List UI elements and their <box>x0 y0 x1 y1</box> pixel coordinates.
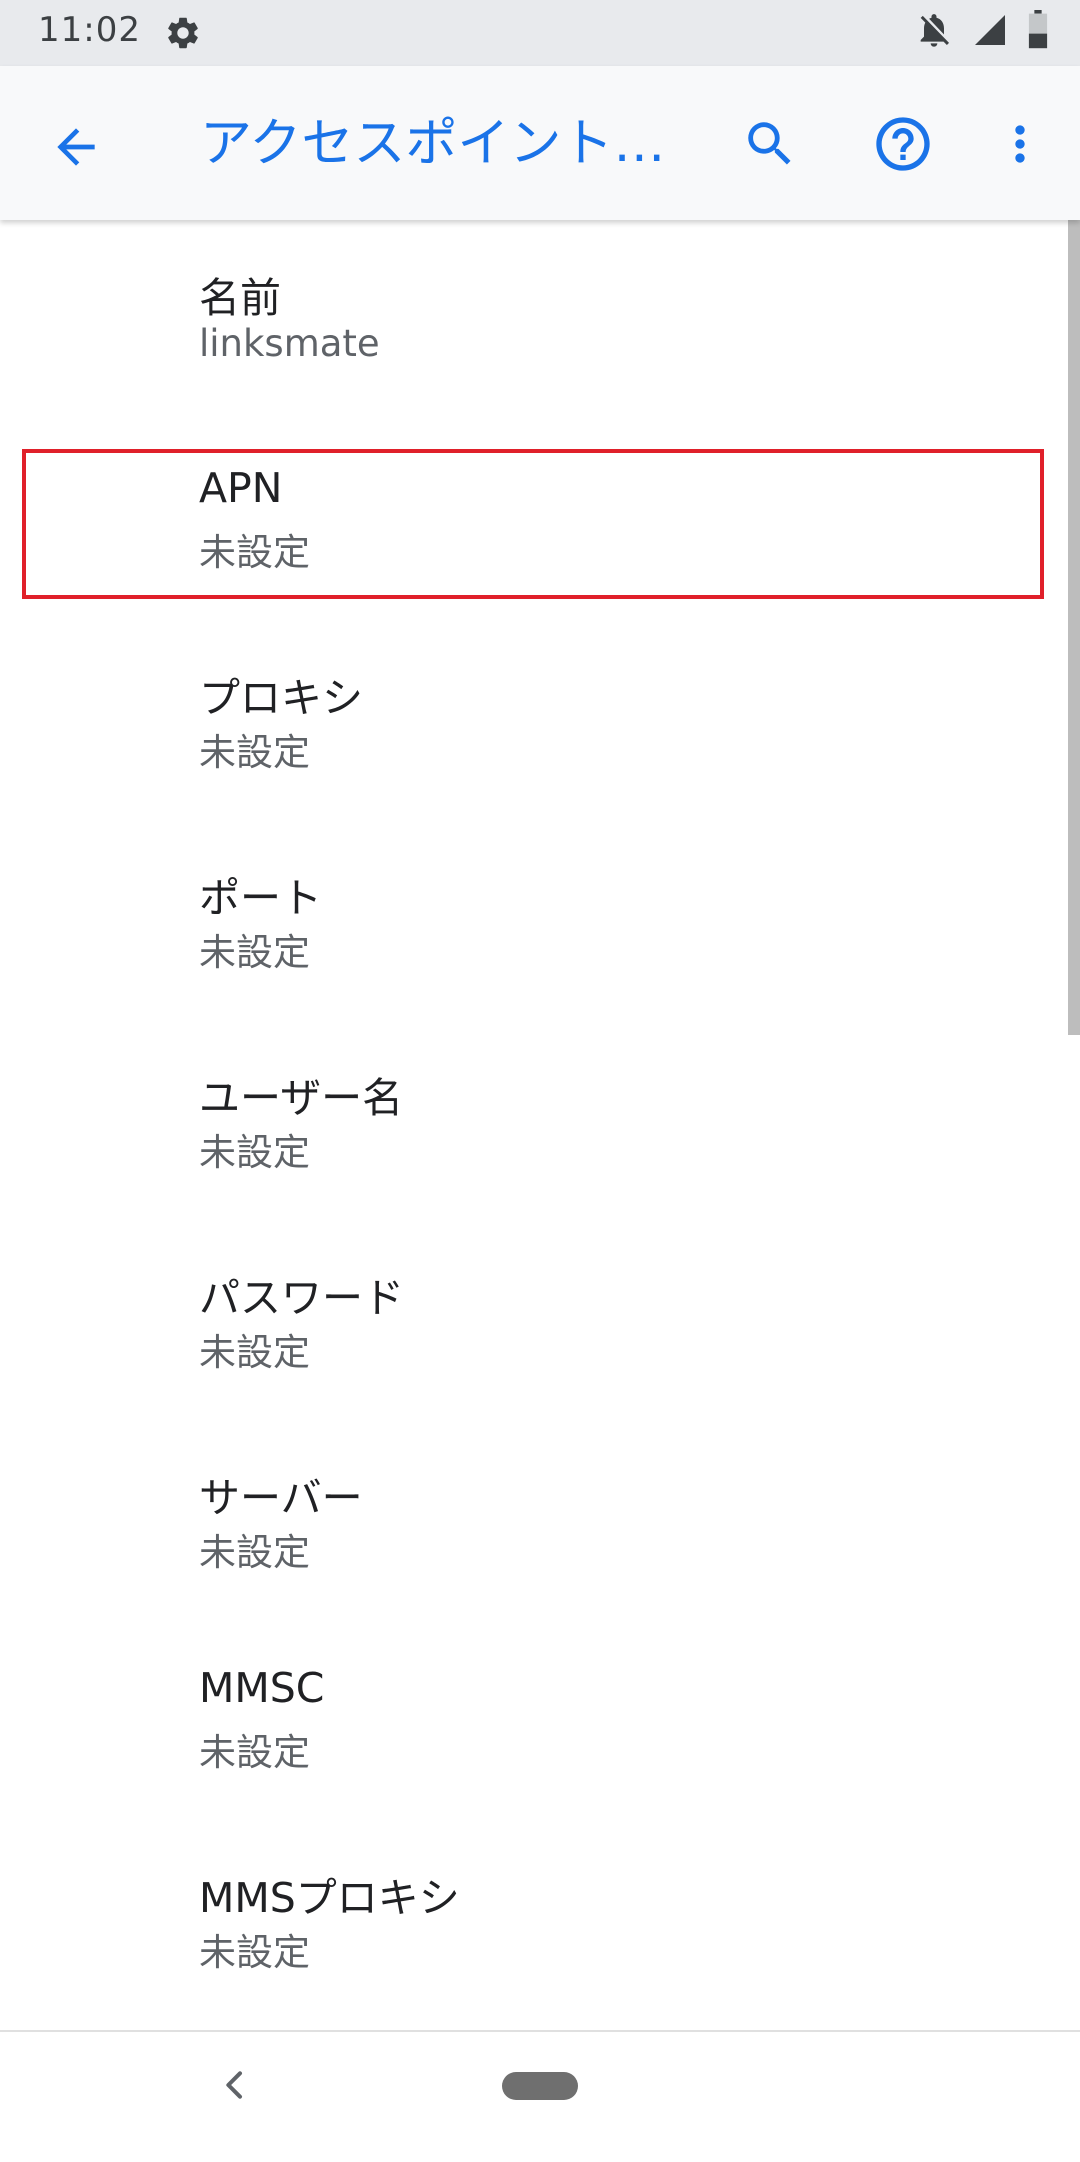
pref-summary: 未設定 <box>199 1131 310 1174</box>
search-button[interactable] <box>730 106 810 186</box>
status-time: 11:02 <box>38 10 141 50</box>
pref-title: 名前 <box>199 274 281 322</box>
pref-item-mmsc[interactable]: MMSC 未設定 <box>0 1620 1070 1820</box>
pref-item-apn[interactable]: APN 未設定 <box>0 420 1070 620</box>
home-pill-icon[interactable] <box>502 2072 578 2100</box>
scrollbar[interactable] <box>1068 220 1080 1035</box>
pref-summary: 未設定 <box>199 931 310 974</box>
status-bar: 11:02 <box>0 0 1080 66</box>
pref-title: APN <box>199 464 283 512</box>
page-title: アクセスポイント… <box>200 114 666 174</box>
help-icon <box>871 112 935 180</box>
pref-title: パスワード <box>199 1274 404 1322</box>
battery-icon <box>1026 10 1050 54</box>
pref-item-mms-proxy[interactable]: MMSプロキシ 未設定 <box>0 1820 1070 2020</box>
pref-summary: linksmate <box>199 322 380 365</box>
pref-item-name[interactable]: 名前 linksmate <box>0 220 1070 420</box>
chevron-left-icon <box>215 2065 255 2109</box>
search-icon <box>741 115 799 177</box>
pref-summary: 未設定 <box>199 1931 310 1974</box>
pref-item-port[interactable]: ポート 未設定 <box>0 820 1070 1020</box>
more-vert-icon <box>992 116 1048 176</box>
pref-item-server[interactable]: サーバー 未設定 <box>0 1420 1070 1620</box>
back-button[interactable] <box>36 109 116 189</box>
pref-summary: 未設定 <box>199 1731 310 1774</box>
app-bar: アクセスポイント… <box>0 66 1080 220</box>
pref-item-username[interactable]: ユーザー名 未設定 <box>0 1020 1070 1220</box>
pref-title: プロキシ <box>199 674 363 722</box>
help-button[interactable] <box>863 106 943 186</box>
pref-title: MMSC <box>199 1664 325 1712</box>
more-options-button[interactable] <box>980 106 1060 186</box>
pref-summary: 未設定 <box>199 1531 310 1574</box>
pref-title: MMSプロキシ <box>199 1874 460 1922</box>
arrow-back-icon <box>48 119 104 179</box>
signal-icon <box>972 12 1008 52</box>
notifications-off-icon <box>914 10 954 54</box>
pref-title: ポート <box>199 874 322 922</box>
pref-item-proxy[interactable]: プロキシ 未設定 <box>0 620 1070 820</box>
pref-summary: 未設定 <box>199 731 310 774</box>
nav-back-button[interactable] <box>200 2052 270 2122</box>
status-icons <box>914 10 1050 54</box>
pref-item-password[interactable]: パスワード 未設定 <box>0 1220 1070 1420</box>
pref-title: ユーザー名 <box>199 1074 404 1122</box>
pref-title: サーバー <box>199 1474 363 1522</box>
pref-summary: 未設定 <box>199 1331 310 1374</box>
pref-summary: 未設定 <box>199 531 310 574</box>
navigation-bar <box>0 2030 1080 2162</box>
settings-gear-icon <box>164 14 202 52</box>
